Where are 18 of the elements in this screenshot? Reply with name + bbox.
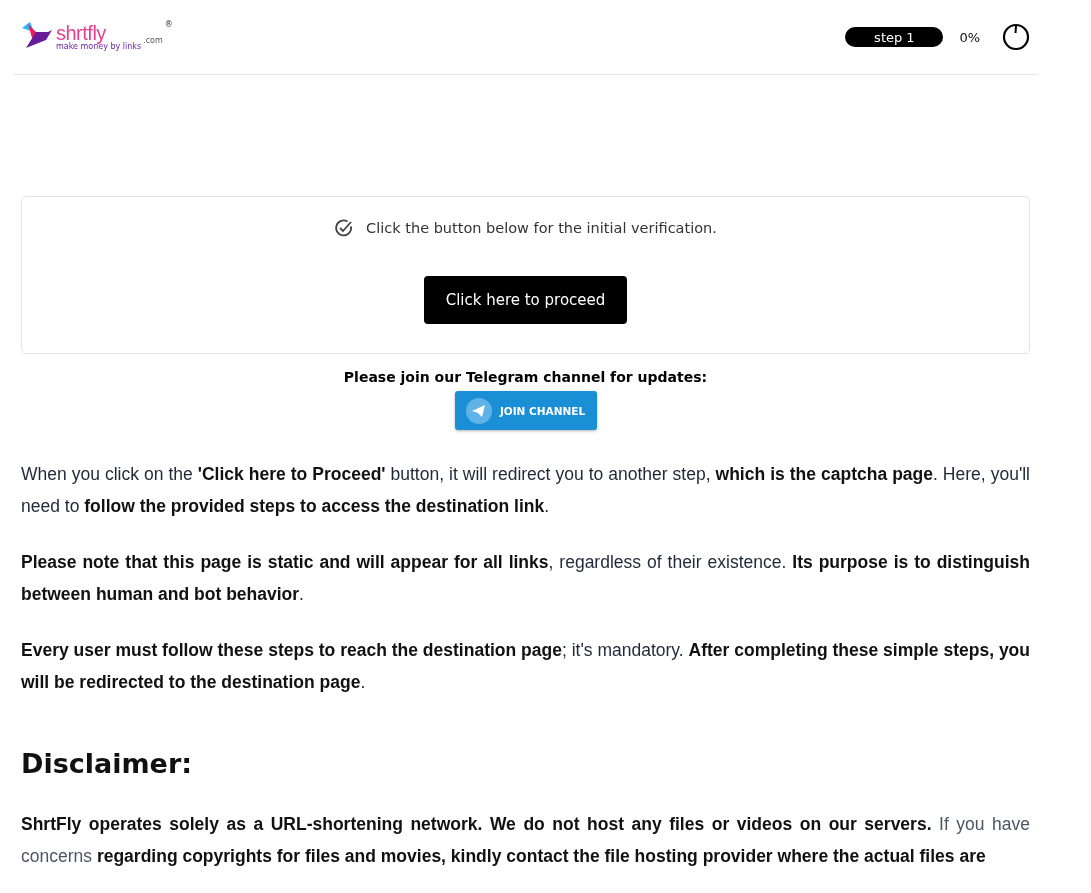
logo-suffix: .com [143, 36, 163, 45]
proceed-button[interactable]: Click here to proceed [424, 276, 627, 324]
info-paragraph: Every user must follow these steps to reach the destination page; it's mandatory. After completing these simple steps, you will be redirected to the destination page. [21, 639, 1030, 694]
disclaimer-heading: Disclaimer: [21, 748, 194, 781]
disclaimer-text: ShrtFly operates solely as a URL-shortening network. We do not host any files or videos on our servers. If you have concerns regarding copyrights for files and movies, kindly contact the file hosting provider where the actual files are [21, 813, 1030, 869]
verification-message: Click the button below for the initial verification. [366, 220, 717, 236]
logo-tagline: make money by links [56, 43, 142, 51]
progress-percent: 0% [959, 29, 980, 45]
check-circle-icon [334, 218, 355, 238]
registered-mark: ® [164, 20, 173, 29]
info-paragraph: Please note that this page is static and will appear for all links, regardless of their existence. Its purpose is to distinguish between human and bot behavior. [21, 551, 1030, 606]
info-paragraph: When you click on the 'Click here to Proceed' button, it will redirect you to another step, which is the captcha page. Here, you'll need to follow the provided steps to access the destination link. [21, 463, 1030, 518]
timer-icon [1002, 23, 1030, 51]
step-badge: step 1 [845, 27, 944, 47]
telegram-icon [465, 397, 492, 424]
telegram-prompt: Please join our Telegram channel for updates: [343, 369, 708, 385]
logo-name: shrtfly [56, 23, 107, 43]
join-channel-button[interactable]: JOIN CHANNEL [454, 391, 597, 430]
